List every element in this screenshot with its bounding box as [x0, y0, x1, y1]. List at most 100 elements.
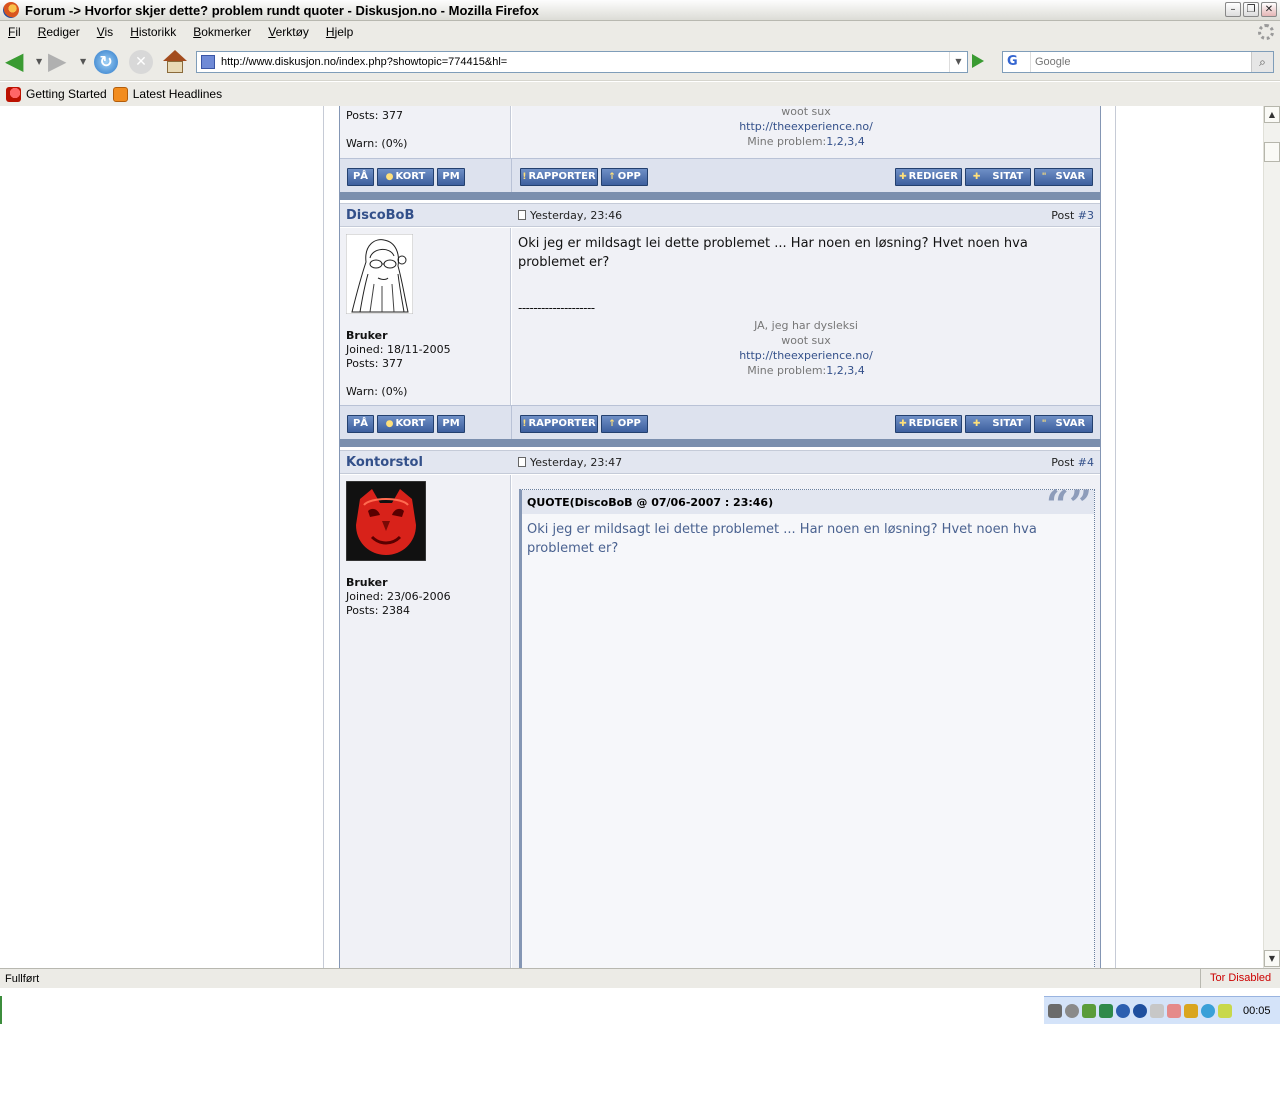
scroll-up-arrow-icon[interactable]: ▲: [1264, 106, 1280, 123]
menu-vis[interactable]: Vis: [97, 25, 113, 39]
signature-problem-links[interactable]: 1,2,3,4: [826, 135, 864, 148]
minimize-button[interactable]: –: [1225, 2, 1241, 17]
maximize-button[interactable]: ❐: [1243, 2, 1259, 17]
poster-joined: Joined: 18/11-2005: [346, 343, 451, 356]
user-icon: ●: [385, 419, 394, 429]
forward-arrow-icon[interactable]: ▶: [48, 49, 74, 74]
post-number-link[interactable]: #4: [1078, 456, 1094, 469]
settings-tray-icon[interactable]: [1065, 1003, 1079, 1018]
poster-info: Bruker Joined: 18/11-2005 Posts: 377 War…: [346, 329, 451, 399]
post-number: Post #4: [1051, 456, 1094, 469]
profile-card-button[interactable]: ● KORT: [377, 168, 434, 186]
globe-icon[interactable]: [1201, 1003, 1215, 1018]
bookmark-latest-headlines[interactable]: Latest Headlines: [112, 86, 223, 102]
menu-fil[interactable]: Fil: [8, 25, 21, 39]
quote-button[interactable]: ✚ SITAT: [965, 415, 1031, 433]
signature-link[interactable]: http://theexperience.no/: [739, 349, 873, 362]
bookmark-getting-started[interactable]: Getting Started: [6, 86, 107, 102]
bookmark-label: Latest Headlines: [132, 87, 223, 101]
stop-icon[interactable]: ✕: [129, 50, 153, 74]
close-button[interactable]: ✕: [1261, 2, 1277, 17]
reply-button[interactable]: " SVAR: [1034, 415, 1093, 433]
menu-bokmerker[interactable]: Bokmerker: [193, 25, 251, 39]
signature-dyslexia: JA, jeg har dysleksi: [754, 319, 858, 332]
profile-card-button[interactable]: ● KORT: [377, 415, 434, 433]
search-magnifier-icon[interactable]: ⌕: [1251, 52, 1273, 72]
report-button[interactable]: ! RAPPORTER: [520, 415, 598, 433]
user-avatar-red-mask[interactable]: [346, 481, 426, 561]
signature-link[interactable]: http://theexperience.no/: [739, 120, 873, 133]
update-icon[interactable]: [1133, 1003, 1147, 1018]
mail-icon[interactable]: [1218, 1003, 1232, 1018]
poster-role: Bruker: [346, 576, 388, 589]
url-text[interactable]: http://www.diskusjon.no/index.php?showto…: [221, 56, 949, 68]
quote-text: Oki jeg er mildsagt lei dette problemet …: [527, 522, 1037, 556]
pm-button[interactable]: PM: [437, 168, 465, 186]
menu-historikk[interactable]: Historikk: [130, 25, 176, 39]
status-text: Fullført: [5, 973, 40, 985]
back-history-dropdown-icon[interactable]: ▼: [36, 57, 42, 66]
quote-block: QUOTE(DiscoBoB @ 07/06-2007 : 23:46) “” …: [519, 482, 1095, 968]
reply-button[interactable]: " SVAR: [1034, 168, 1093, 186]
sync-icon[interactable]: [1099, 1003, 1113, 1018]
google-engine-icon[interactable]: G: [1003, 52, 1031, 72]
top-button[interactable]: ↑ OPP: [601, 168, 648, 186]
menu-hjelp[interactable]: Hjelp: [326, 25, 353, 39]
rss-feed-icon: [112, 86, 128, 102]
post-action-row: PÅ ● KORT PM ! RAPPORTER ↑ OPP ✚ REDIGER ✚ SI…: [340, 158, 1100, 193]
signature-woot: woot sux: [781, 106, 831, 118]
device-icon[interactable]: [1150, 1003, 1164, 1018]
online-status-button[interactable]: PÅ: [347, 415, 374, 433]
post-number-link[interactable]: #3: [1078, 209, 1094, 222]
plus-icon: ✚: [972, 172, 981, 182]
quote-marks-icon: ": [1041, 419, 1047, 429]
top-button[interactable]: ↑ OPP: [601, 415, 648, 433]
security-icon[interactable]: [1167, 1003, 1181, 1018]
quote-button[interactable]: ✚ SITAT: [965, 168, 1031, 186]
back-arrow-icon[interactable]: ◀: [5, 49, 31, 74]
scroll-down-arrow-icon[interactable]: ▼: [1264, 950, 1280, 967]
post-date: Yesterday, 23:46: [518, 209, 622, 222]
poster-info: Bruker Joined: 23/06-2006 Posts: 2384: [346, 576, 451, 618]
pm-button[interactable]: PM: [437, 415, 465, 433]
edit-button[interactable]: ✚ REDIGER: [895, 168, 962, 186]
address-bar[interactable]: http://www.diskusjon.no/index.php?showto…: [196, 51, 968, 73]
post-action-row: PÅ ● KORT PM ! RAPPORTER ↑ OPP ✚ REDIGER ✚ SI…: [340, 405, 1100, 440]
system-clock: 00:05: [1243, 1004, 1271, 1017]
url-history-dropdown-icon[interactable]: ▼: [949, 52, 967, 72]
quote-marks-icon: “”: [1045, 482, 1092, 529]
signature: woot sux http://theexperience.no/ Mine p…: [512, 106, 1100, 149]
speaker-icon[interactable]: [1048, 1003, 1062, 1018]
menu-verktoy[interactable]: Verktøy: [268, 25, 309, 39]
poster-joined: Joined: 23/06-2006: [346, 590, 451, 603]
report-button[interactable]: ! RAPPORTER: [520, 168, 598, 186]
go-arrow-icon[interactable]: [972, 54, 984, 68]
reload-icon[interactable]: ↻: [94, 50, 118, 74]
page-viewport: Posts: 377 Warn: (0%) woot sux http://th…: [0, 106, 1263, 968]
home-icon[interactable]: [162, 50, 188, 74]
menu-rediger[interactable]: Rediger: [38, 25, 80, 39]
signature-problem-links[interactable]: 1,2,3,4: [826, 364, 864, 377]
messenger-icon[interactable]: [1184, 1003, 1198, 1018]
edit-button[interactable]: ✚ REDIGER: [895, 415, 962, 433]
tor-status-button[interactable]: Tor Disabled: [1200, 969, 1280, 988]
user-avatar-sketch[interactable]: [346, 234, 413, 314]
info-icon[interactable]: [1116, 1003, 1130, 1018]
signature-separator: --------------------: [518, 301, 595, 315]
scroll-thumb[interactable]: [1264, 142, 1280, 162]
search-input[interactable]: [1031, 56, 1251, 68]
forward-history-dropdown-icon[interactable]: ▼: [80, 57, 86, 66]
network-icon[interactable]: [1082, 1003, 1096, 1018]
poster-post-count: Posts: 2384: [346, 604, 410, 617]
search-box[interactable]: G ⌕: [1002, 51, 1274, 73]
poster-role: Bruker: [346, 329, 388, 342]
vertical-scrollbar[interactable]: ▲ ▼: [1263, 106, 1280, 968]
quote-header: QUOTE(DiscoBoB @ 07/06-2007 : 23:46): [522, 490, 1094, 514]
poster-info: Posts: 377 Warn: (0%): [346, 109, 407, 151]
post-username[interactable]: Kontorstol: [346, 455, 423, 470]
signature-problems-label: Mine problem:: [747, 135, 827, 148]
online-status-button[interactable]: PÅ: [347, 168, 374, 186]
document-icon: [518, 457, 526, 467]
exclamation-icon: !: [522, 172, 527, 182]
post-username[interactable]: DiscoBoB: [346, 208, 414, 223]
